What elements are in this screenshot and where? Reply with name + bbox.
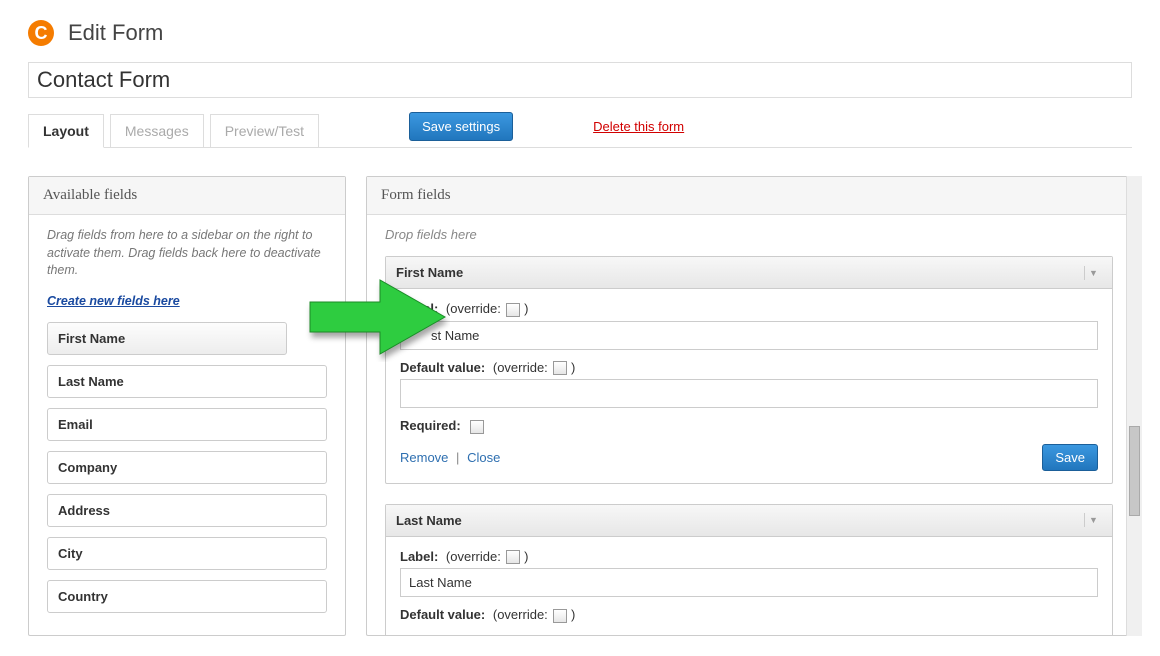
separator: | — [456, 450, 459, 465]
required-checkbox[interactable] — [470, 420, 484, 434]
form-field-name: First Name — [396, 265, 463, 280]
override-caption: (override: ) — [446, 301, 529, 316]
outer-scrollbar[interactable] — [1126, 176, 1142, 636]
label-caption: Label: — [400, 301, 438, 316]
available-fields-title: Available fields — [29, 177, 345, 215]
default-value-caption: Default value: — [400, 607, 485, 622]
override-label-checkbox[interactable] — [506, 550, 520, 564]
save-button[interactable]: Save — [1042, 444, 1098, 471]
field-pill-address[interactable]: Address — [47, 494, 327, 527]
label-caption: Label: — [400, 549, 438, 564]
override-default-checkbox[interactable] — [553, 609, 567, 623]
chevron-down-icon[interactable]: ▼ — [1084, 513, 1102, 527]
page-title: Edit Form — [68, 20, 163, 46]
form-name-input[interactable] — [28, 62, 1132, 98]
default-value-caption: Default value: — [400, 360, 485, 375]
remove-link[interactable]: Remove — [400, 450, 448, 465]
required-caption: Required: — [400, 418, 461, 433]
tab-layout[interactable]: Layout — [28, 114, 104, 148]
override-default-caption: (override: ) — [493, 607, 576, 622]
field-pill-city[interactable]: City — [47, 537, 327, 570]
label-input[interactable] — [400, 321, 1098, 350]
field-pill-country[interactable]: Country — [47, 580, 327, 613]
override-default-checkbox[interactable] — [553, 361, 567, 375]
override-label-checkbox[interactable] — [506, 303, 520, 317]
override-caption: (override: ) — [446, 549, 529, 564]
field-pill-first-name[interactable]: First Name — [47, 322, 287, 355]
form-field-block-last-name: Last Name ▼ Label: (override: ) D — [385, 504, 1113, 635]
field-pill-last-name[interactable]: Last Name — [47, 365, 327, 398]
save-settings-button[interactable]: Save settings — [409, 112, 513, 141]
tab-messages[interactable]: Messages — [110, 114, 204, 148]
form-field-header[interactable]: First Name ▼ — [386, 257, 1112, 289]
app-logo: C — [28, 20, 54, 46]
form-fields-title: Form fields — [367, 177, 1131, 215]
tab-preview-test[interactable]: Preview/Test — [210, 114, 319, 148]
form-field-block-first-name: First Name ▼ Label: (override: ) — [385, 256, 1113, 484]
override-default-caption: (override: ) — [493, 360, 576, 375]
default-value-input[interactable] — [400, 379, 1098, 408]
available-fields-instructions: Drag fields from here to a sidebar on th… — [47, 227, 327, 280]
label-input[interactable] — [400, 568, 1098, 597]
form-field-name: Last Name — [396, 513, 462, 528]
form-field-header[interactable]: Last Name ▼ — [386, 505, 1112, 537]
field-pill-company[interactable]: Company — [47, 451, 327, 484]
close-link[interactable]: Close — [467, 450, 500, 465]
drop-hint: Drop fields here — [385, 227, 1113, 242]
field-pill-email[interactable]: Email — [47, 408, 327, 441]
create-new-fields-link[interactable]: Create new fields here — [47, 294, 180, 308]
form-fields-panel: Form fields Drop fields here First Name … — [366, 176, 1132, 636]
available-fields-panel: Available fields Drag fields from here t… — [28, 176, 346, 636]
scrollbar-thumb[interactable] — [1129, 426, 1140, 516]
delete-form-link[interactable]: Delete this form — [593, 119, 684, 134]
chevron-down-icon[interactable]: ▼ — [1084, 266, 1102, 280]
